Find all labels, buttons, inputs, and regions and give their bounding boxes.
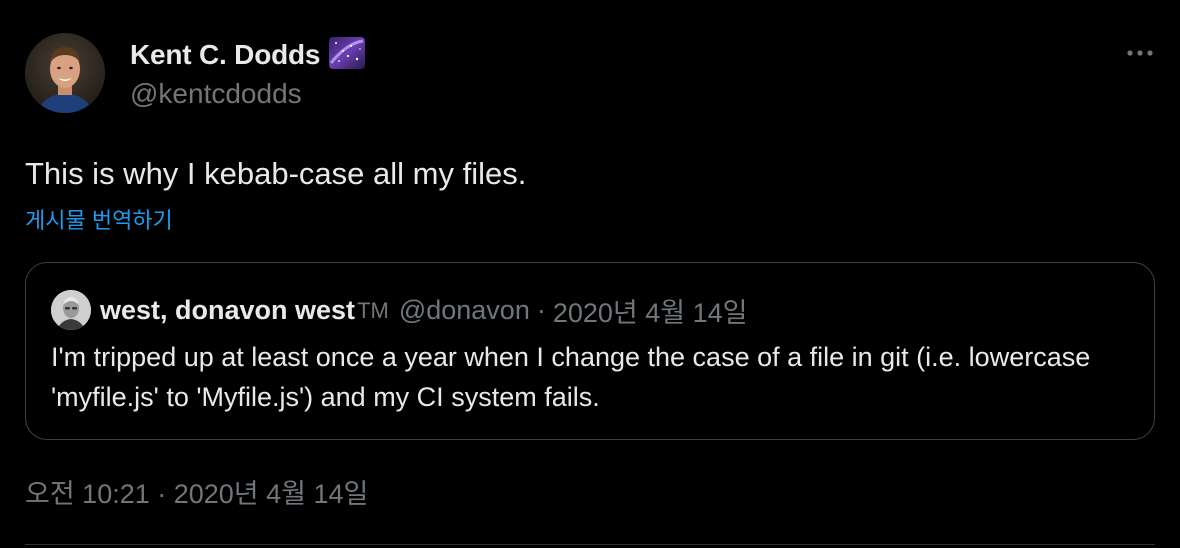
quoted-author-avatar[interactable] bbox=[51, 290, 91, 330]
author-avatar-image bbox=[25, 33, 105, 113]
quoted-date: 2020년 4월 14일 bbox=[552, 297, 748, 328]
author-display-name[interactable]: Kent C. Dodds bbox=[130, 39, 320, 71]
tweet-text: This is why I kebab-case all my files. bbox=[25, 156, 527, 191]
translate-post-link[interactable]: 게시물 번역하기 bbox=[25, 205, 173, 237]
quoted-separator: · bbox=[536, 294, 546, 325]
quoted-author-display-name: west, donavon west bbox=[100, 294, 356, 325]
author-name-row[interactable]: Kent C. Dodds bbox=[130, 36, 366, 74]
more-dots-icon bbox=[1127, 50, 1153, 56]
quoted-tweet-header: west, donavon west TM @donavon · 2020년 4… bbox=[51, 290, 748, 330]
author-avatar[interactable] bbox=[25, 33, 105, 113]
tweet-timestamp[interactable]: 오전 10:21 · 2020년 4월 14일 bbox=[25, 476, 368, 512]
tweet-container: Kent C. Dodds @kentcdodds This is why I … bbox=[0, 0, 1180, 548]
author-handle[interactable]: @kentcdodds bbox=[130, 76, 302, 112]
divider bbox=[25, 544, 1155, 545]
galaxy-emoji-icon bbox=[329, 36, 366, 74]
quoted-tweet-text: I'm tripped up at least once a year when… bbox=[51, 342, 1091, 412]
trademark-suffix: TM bbox=[357, 298, 389, 323]
quoted-author-avatar-image bbox=[51, 290, 91, 330]
more-options-button[interactable] bbox=[1122, 38, 1158, 68]
quoted-tweet-card[interactable]: west, donavon west TM @donavon · 2020년 4… bbox=[25, 262, 1155, 440]
quoted-author-handle: @donavon bbox=[398, 294, 530, 325]
